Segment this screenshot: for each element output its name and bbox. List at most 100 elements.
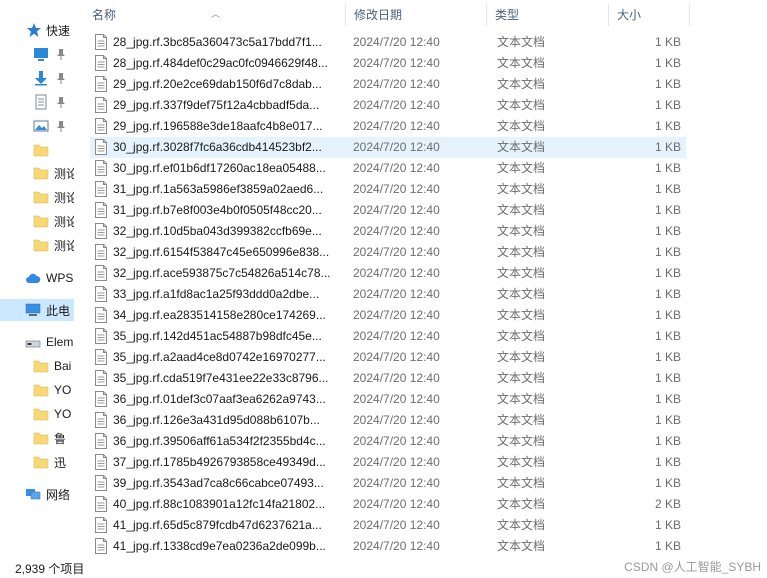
file-row[interactable]: 39_jpg.rf.3543ad7ca8c66cabce07493... 2024… xyxy=(90,473,686,494)
text-file-icon xyxy=(95,97,107,113)
folder-icon xyxy=(33,167,49,180)
column-header-name[interactable]: 名称 ︿ xyxy=(84,0,346,30)
nav-pinned-desktop[interactable] xyxy=(0,43,74,65)
file-row[interactable]: 35_jpg.rf.cda519f7e431ee22e33c8796... 202… xyxy=(90,368,686,389)
file-size: 1 KB xyxy=(654,140,681,154)
file-size: 1 KB xyxy=(654,77,681,91)
nav-drive-folder-4[interactable]: 鲁 xyxy=(0,427,74,449)
file-row[interactable]: 32_jpg.rf.10d5ba043d399382ccfb69e... 2024… xyxy=(90,221,686,242)
pin-icon xyxy=(57,121,65,132)
file-row[interactable]: 32_jpg.rf.6154f53847c45e650996e838... 202… xyxy=(90,242,686,263)
file-row[interactable]: 36_jpg.rf.126e3a431d95d088b6107b... 2024/… xyxy=(90,410,686,431)
file-row[interactable]: 41_jpg.rf.65d5c879fcdb47d6237621a... 2024… xyxy=(90,515,686,536)
navigation-pane: 快速 测论 测论 测论 测论 WPS 此电 Elem Bai YO YO 鲁 迅… xyxy=(0,0,74,560)
file-size: 1 KB xyxy=(654,392,681,406)
drive-icon xyxy=(25,340,41,348)
file-row[interactable]: 33_jpg.rf.a1fd8ac1a25f93ddd0a2dbe... 2024… xyxy=(90,284,686,305)
nav-quick-access[interactable]: 快速 xyxy=(0,19,74,41)
nav-wps-cloud[interactable]: WPS xyxy=(0,267,74,289)
file-size: 1 KB xyxy=(654,371,681,385)
file-name: 28_jpg.rf.484def0c29ac0fc0946629f48... xyxy=(113,56,328,70)
column-header-type[interactable]: 类型 xyxy=(487,0,609,30)
text-file-icon xyxy=(95,538,107,554)
column-header-size[interactable]: 大小 xyxy=(609,0,690,30)
file-modified-date: 2024/7/20 12:40 xyxy=(353,455,440,469)
computer-icon xyxy=(25,303,41,316)
file-modified-date: 2024/7/20 12:40 xyxy=(353,35,440,49)
nav-drive-folder-5[interactable]: 迅 xyxy=(0,451,74,473)
file-modified-date: 2024/7/20 12:40 xyxy=(353,413,440,427)
nav-folder-ceshi-2[interactable]: 测论 xyxy=(0,186,74,208)
folder-icon xyxy=(33,215,49,228)
folder-icon xyxy=(33,191,49,204)
file-row[interactable]: 36_jpg.rf.39506aff61a534f2f2355bd4c... 20… xyxy=(90,431,686,452)
file-name: 41_jpg.rf.65d5c879fcdb47d6237621a... xyxy=(113,518,322,532)
file-type: 文本文档 xyxy=(497,329,546,343)
file-row[interactable]: 28_jpg.rf.3bc85a360473c5a17bdd7f1... 2024… xyxy=(90,32,686,53)
file-size: 1 KB xyxy=(654,308,681,322)
file-row[interactable]: 28_jpg.rf.484def0c29ac0fc0946629f48... 20… xyxy=(90,53,686,74)
file-row[interactable]: 37_jpg.rf.1785b4926793858ce49349d... 2024… xyxy=(90,452,686,473)
file-row[interactable]: 30_jpg.rf.3028f7fc6a36cdb414523bf2... 202… xyxy=(90,137,686,158)
text-file-icon xyxy=(95,223,107,239)
text-file-icon xyxy=(95,349,107,365)
file-type: 文本文档 xyxy=(497,56,546,70)
file-name: 32_jpg.rf.ace593875c7c54826a514c78... xyxy=(113,266,331,280)
nav-pinned-documents[interactable] xyxy=(0,91,74,113)
nav-this-pc[interactable]: 此电 xyxy=(0,299,74,321)
file-row[interactable]: 29_jpg.rf.196588e3de18aafc4b8e017... 2024… xyxy=(90,116,686,137)
column-header-date-label: 修改日期 xyxy=(354,8,403,22)
text-file-icon xyxy=(95,202,107,218)
file-row[interactable]: 31_jpg.rf.b7e8f003e4b0f0505f48cc20... 202… xyxy=(90,200,686,221)
text-file-icon xyxy=(95,307,107,323)
file-type: 文本文档 xyxy=(497,203,546,217)
nav-drive-folder-1[interactable]: Bai xyxy=(0,355,74,377)
file-modified-date: 2024/7/20 12:40 xyxy=(353,266,440,280)
file-name: 31_jpg.rf.1a563a5986ef3859a02aed6... xyxy=(113,182,324,196)
file-row[interactable]: 29_jpg.rf.337f9def75f12a4cbbadf5da... 202… xyxy=(90,95,686,116)
file-row[interactable]: 34_jpg.rf.ea283514158e280ce174269... 2024… xyxy=(90,305,686,326)
text-file-icon xyxy=(95,412,107,428)
file-size: 1 KB xyxy=(654,539,681,553)
file-size: 1 KB xyxy=(654,434,681,448)
document-icon xyxy=(35,94,47,110)
file-row[interactable]: 32_jpg.rf.ace593875c7c54826a514c78... 202… xyxy=(90,263,686,284)
nav-pinned-downloads[interactable] xyxy=(0,67,74,89)
file-row[interactable]: 31_jpg.rf.1a563a5986ef3859a02aed6... 2024… xyxy=(90,179,686,200)
sort-ascending-icon: ︿ xyxy=(211,9,221,19)
nav-folder-ceshi-4[interactable]: 测论 xyxy=(0,234,74,256)
file-row[interactable]: 41_jpg.rf.1338cd9e7ea0236a2de099b... 2024… xyxy=(90,536,686,557)
text-file-icon xyxy=(95,160,107,176)
file-name: 30_jpg.rf.ef01b6df17260ac18ea05488... xyxy=(113,161,326,175)
nav-folder-ceshi-3[interactable]: 测论 xyxy=(0,210,74,232)
file-row[interactable]: 35_jpg.rf.a2aad4ce8d0742e16970277... 2024… xyxy=(90,347,686,368)
nav-label-folder: 测论 xyxy=(54,214,74,229)
file-name: 35_jpg.rf.cda519f7e431ee22e33c8796... xyxy=(113,371,329,385)
file-row[interactable]: 30_jpg.rf.ef01b6df17260ac18ea05488... 202… xyxy=(90,158,686,179)
file-size: 1 KB xyxy=(654,161,681,175)
file-row[interactable]: 40_jpg.rf.88c1083901a12fc14fa21802... 202… xyxy=(90,494,686,515)
nav-pinned-pictures[interactable] xyxy=(0,115,74,137)
file-type: 文本文档 xyxy=(497,161,546,175)
watermark: CSDN @人工智能_SYBH xyxy=(624,560,761,574)
nav-network[interactable]: 网络 xyxy=(0,483,74,505)
file-modified-date: 2024/7/20 12:40 xyxy=(353,119,440,133)
text-file-icon xyxy=(95,118,107,134)
file-name: 34_jpg.rf.ea283514158e280ce174269... xyxy=(113,308,326,322)
column-header-size-label: 大小 xyxy=(617,8,642,22)
file-row[interactable]: 36_jpg.rf.01def3c07aaf3ea6262a9743... 202… xyxy=(90,389,686,410)
file-name: 40_jpg.rf.88c1083901a12fc14fa21802... xyxy=(113,497,326,511)
nav-folder[interactable] xyxy=(0,139,74,161)
file-row[interactable]: 29_jpg.rf.20e2ce69dab150f6d7c8dab... 2024… xyxy=(90,74,686,95)
nav-drive[interactable]: Elem xyxy=(0,331,74,353)
nav-folder-ceshi-1[interactable]: 测论 xyxy=(0,162,74,184)
nav-drive-folder-2[interactable]: YO xyxy=(0,379,74,401)
file-row[interactable]: 35_jpg.rf.142d451ac54887b98dfc45e... 2024… xyxy=(90,326,686,347)
file-name: 32_jpg.rf.10d5ba043d399382ccfb69e... xyxy=(113,224,322,238)
file-size: 2 KB xyxy=(654,497,681,511)
file-type: 文本文档 xyxy=(497,539,546,553)
column-divider[interactable] xyxy=(689,4,690,26)
column-header-date[interactable]: 修改日期 xyxy=(346,0,487,30)
nav-drive-folder-3[interactable]: YO xyxy=(0,403,74,425)
file-size: 1 KB xyxy=(654,224,681,238)
